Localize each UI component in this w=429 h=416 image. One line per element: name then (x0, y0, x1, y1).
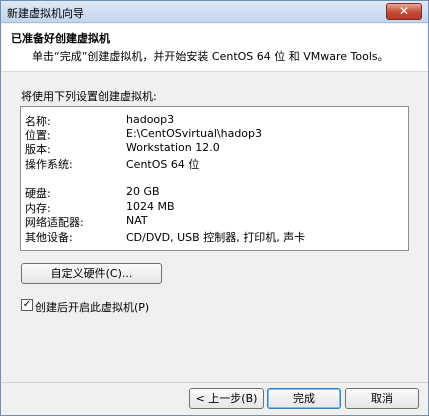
header-title: 已准备好创建虚拟机 (11, 32, 110, 45)
summary-key: 操作系统: (25, 158, 73, 171)
title-bar[interactable]: 新建虚拟机向导 ✕ (1, 1, 428, 23)
check-icon: ✓ (22, 299, 32, 310)
summary-value: CD/DVD, USB 控制器, 打印机, 声卡 (126, 231, 306, 244)
cancel-button[interactable]: 取消 (345, 388, 419, 409)
summary-key: 硬盘: (25, 187, 51, 200)
customize-hardware-button[interactable]: 自定义硬件(C)... (21, 263, 162, 284)
wizard-window: 新建虚拟机向导 ✕ 已准备好创建虚拟机 单击“完成”创建虚拟机，并开始安装 Ce… (0, 0, 429, 416)
summary-value: Workstation 12.0 (126, 141, 220, 154)
footer-divider (2, 382, 428, 383)
window-title: 新建虚拟机向导 (7, 7, 84, 20)
finish-button[interactable]: 完成 (267, 388, 341, 409)
summary-box: 名称: hadoop3 位置: E:\CentOSvirtual\hadop3 … (20, 106, 409, 251)
summary-key: 其他设备: (25, 231, 73, 244)
close-button[interactable]: ✕ (386, 3, 422, 20)
back-button[interactable]: < 上一步(B) (189, 388, 264, 409)
summary-value: hadoop3 (126, 113, 175, 126)
summary-value: 1024 MB (126, 200, 175, 213)
power-on-checkbox[interactable]: ✓ (21, 299, 33, 311)
summary-value: E:\CentOSvirtual\hadop3 (126, 127, 263, 140)
summary-key: 版本: (25, 143, 51, 156)
summary-value: NAT (126, 214, 148, 227)
close-icon: ✕ (398, 4, 410, 18)
header-subtitle: 单击“完成”创建虚拟机，并开始安装 CentOS 64 位 和 VMware T… (32, 50, 389, 63)
summary-value: 20 GB (126, 185, 160, 198)
power-on-label[interactable]: 创建后开启此虚拟机(P) (35, 299, 149, 315)
summary-key: 网络适配器: (25, 216, 84, 229)
wizard-header: 已准备好创建虚拟机 单击“完成”创建虚拟机，并开始安装 CentOS 64 位 … (2, 24, 428, 72)
summary-label: 将使用下列设置创建虚拟机: (21, 90, 157, 103)
summary-value: CentOS 64 位 (126, 158, 200, 171)
